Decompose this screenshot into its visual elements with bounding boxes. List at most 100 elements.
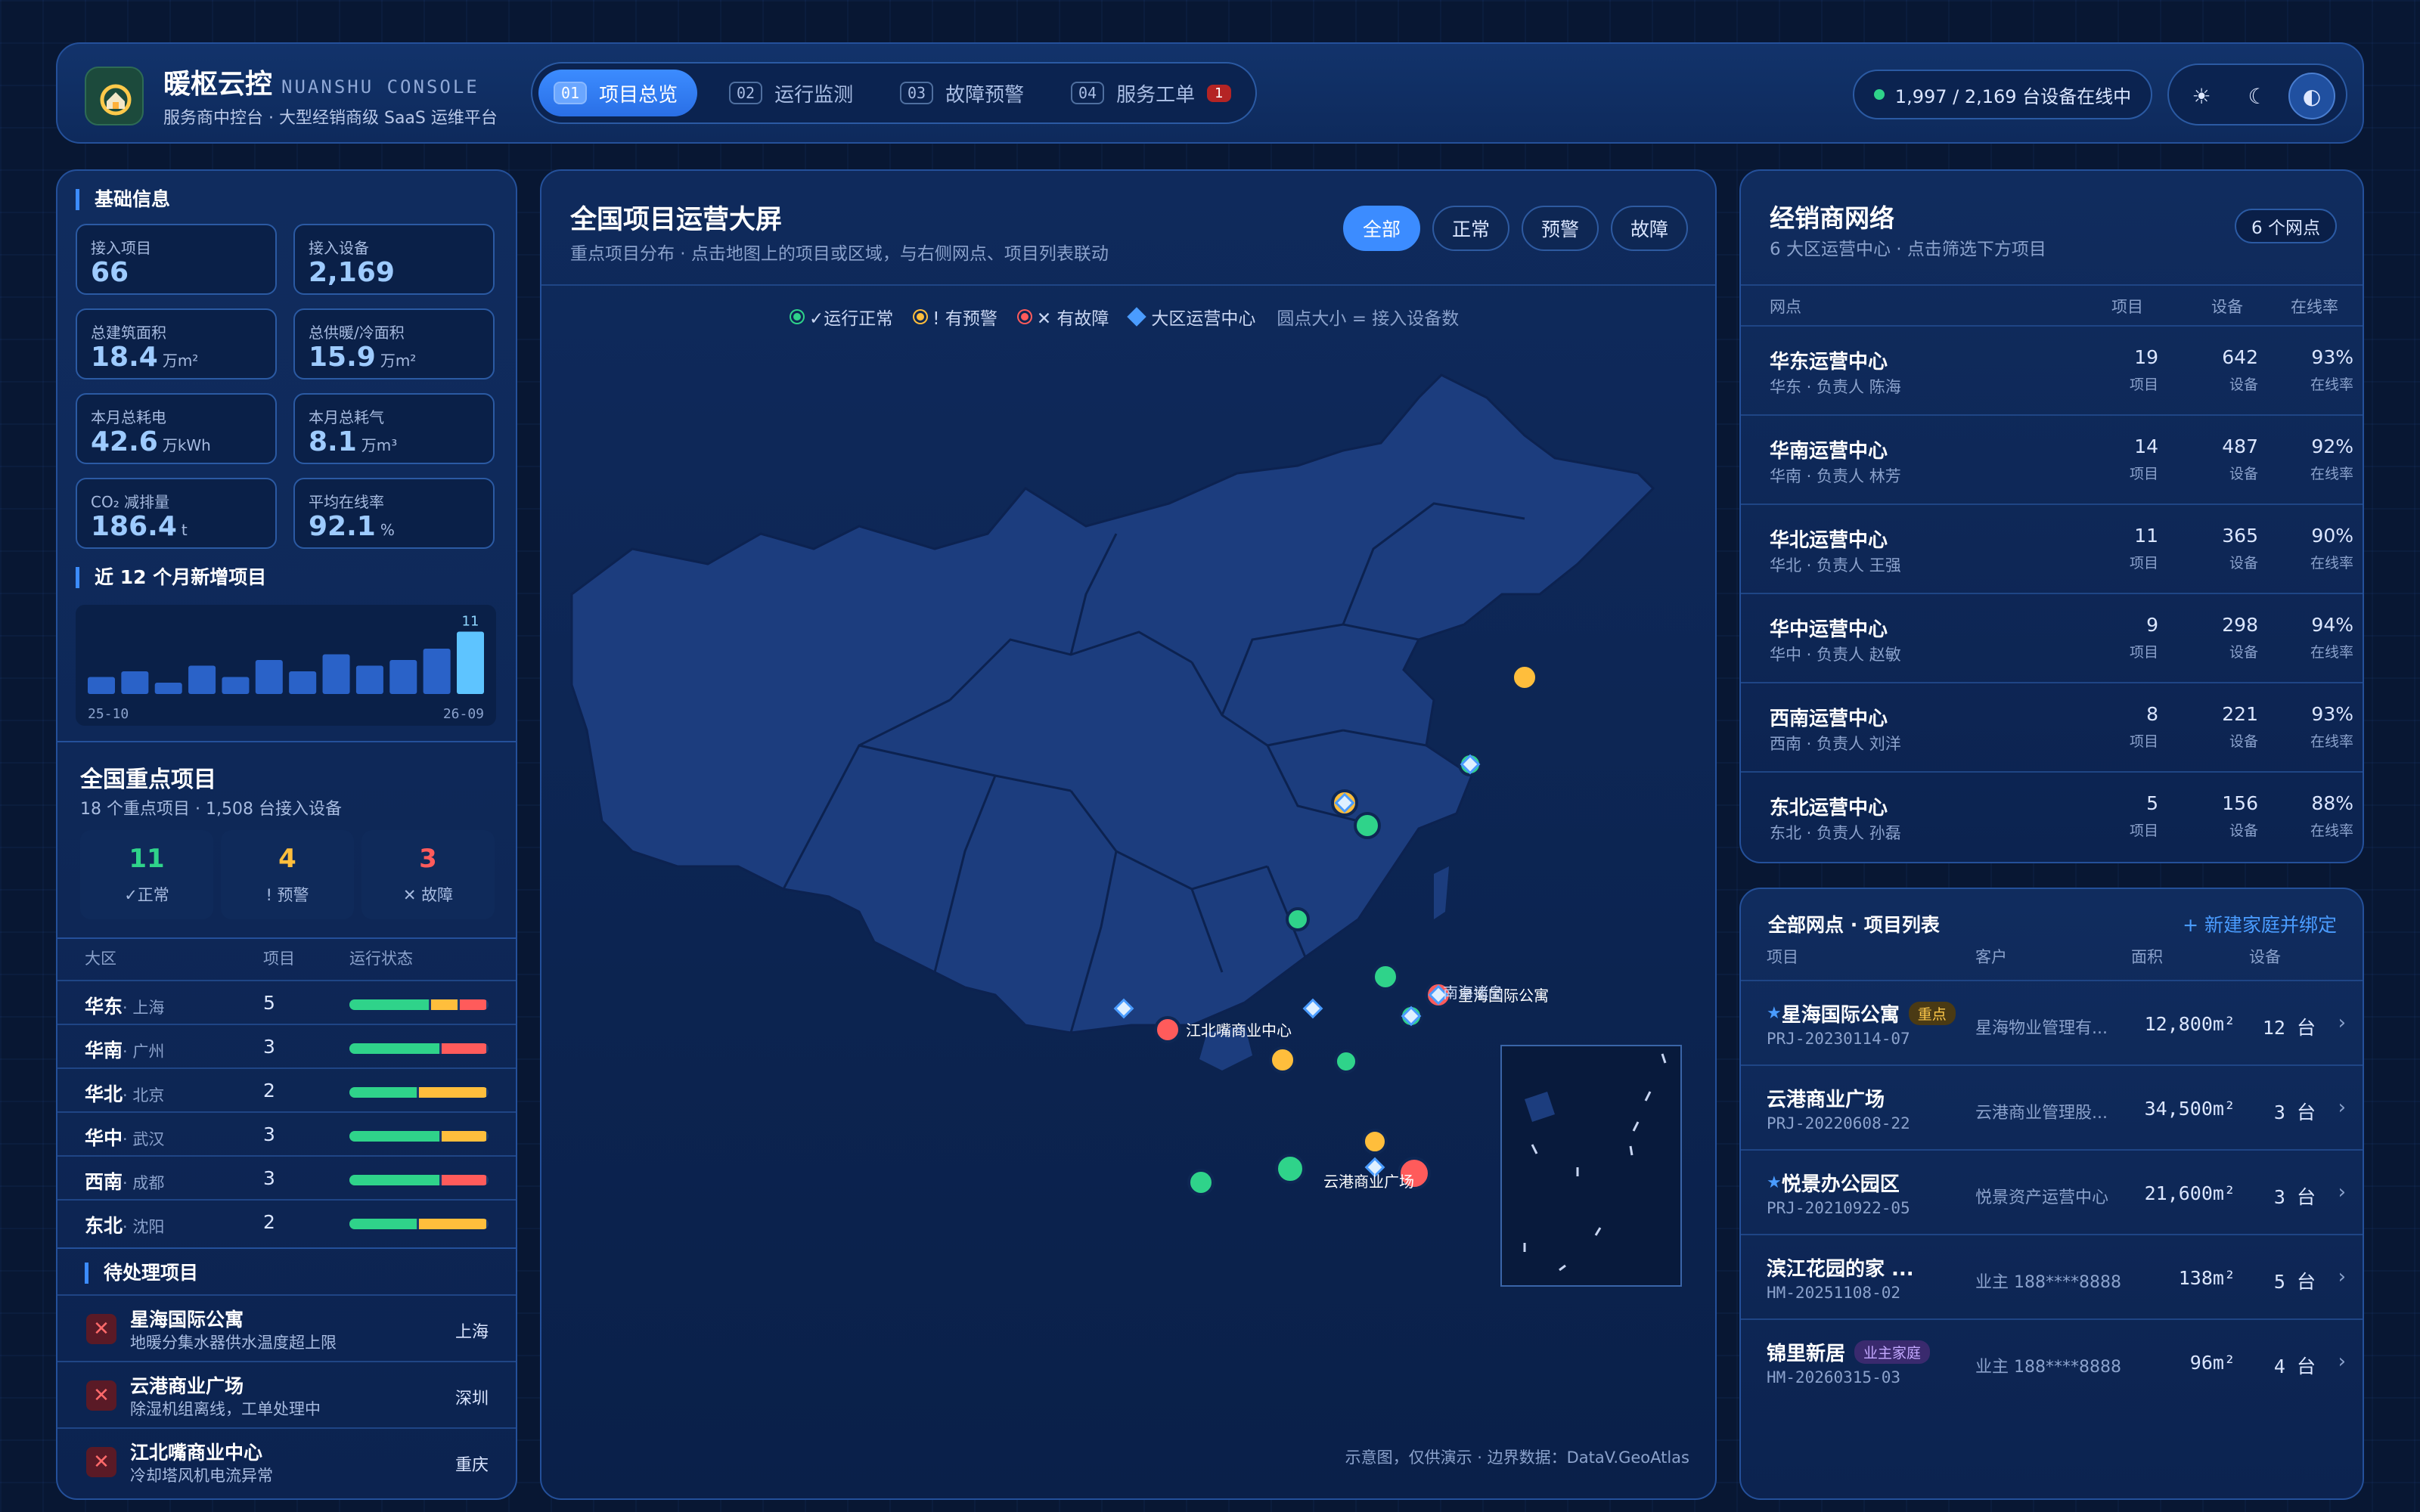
project-marker[interactable] [1269, 1046, 1296, 1074]
project-area: 96m² [2189, 1352, 2235, 1374]
project-list-panel: 全部网点 · 项目列表 + 新建家庭并绑定 项目 客户 面积 设备 ★ 星海国际公… [1739, 888, 2364, 1500]
pending-item[interactable]: ✕ 江北嘴商业中心 冷却塔风机电流异常 重庆 [57, 1427, 516, 1494]
x-start-label: 25-10 [88, 706, 129, 722]
distributor-row[interactable]: 华南运营中心 华南 · 负责人 林芳 14 项目 487 设备 92% 在线率 [1741, 414, 2363, 503]
map-project-label[interactable]: 江北嘴商业中心 [1186, 1021, 1292, 1040]
distributor-unit: 在线率 [2310, 733, 2353, 750]
project-customer: 业主 188****8888 [1975, 1273, 2121, 1292]
tab-monitoring[interactable]: 02 运行监测 [714, 70, 873, 116]
chevron-right-icon[interactable]: › [2338, 1012, 2346, 1034]
tab-overview[interactable]: 01 项目总览 [538, 70, 698, 116]
chevron-right-icon[interactable]: › [2338, 1181, 2346, 1204]
region-name: 华北· 北京 [85, 1083, 165, 1105]
region-row[interactable]: 华南· 广州 3 [57, 1024, 516, 1067]
contrast-icon[interactable]: ◐ [2288, 73, 2335, 119]
sun-icon[interactable]: ☀ [2178, 73, 2225, 119]
project-marker[interactable] [1334, 1049, 1358, 1074]
south-sea-inset [1500, 1045, 1682, 1287]
monthly-bar [423, 649, 451, 694]
brand-title: 暖枢云控 NUANSHU CONSOLE [163, 69, 479, 100]
project-row[interactable]: 滨江花园的家 ... HM-20251108-02 业主 188****8888 13… [1741, 1234, 2363, 1318]
region-row[interactable]: 华东· 上海 5 [57, 980, 516, 1024]
region-header: 大区 [85, 950, 116, 968]
chevron-right-icon[interactable]: › [2338, 1350, 2346, 1373]
chevron-right-icon[interactable]: › [2338, 1266, 2346, 1288]
china-mainland-shape[interactable] [570, 373, 1655, 1034]
project-marker[interactable] [1275, 1154, 1305, 1184]
distributor-title: 经销商网络 [1770, 203, 1894, 233]
distributor-unit: 项目 [2129, 644, 2158, 661]
distributor-row[interactable]: 东北运营中心 东北 · 负责人 孙磊 5 项目 156 设备 88% 在线率 [1741, 771, 2363, 860]
project-customer: 云港商业管理股... [1975, 1104, 2108, 1123]
region-row[interactable]: 华北· 北京 2 [57, 1067, 516, 1111]
distributor-row[interactable]: 西南运营中心 西南 · 负责人 刘洋 8 项目 221 设备 93% 在线率 [1741, 682, 2363, 771]
distributor-unit: 设备 [2229, 823, 2258, 839]
add-home-button[interactable]: + 新建家庭并绑定 [2183, 910, 2337, 937]
distributor-row[interactable]: 华北运营中心 华北 · 负责人 王强 11 项目 365 设备 90% 在线率 [1741, 503, 2363, 593]
divider [1741, 284, 2363, 286]
project-id: HM-20251108-02 [1767, 1284, 1901, 1302]
pending-item[interactable]: ✕ 星海国际公寓 地暖分集水器供水温度超上限 上海 [57, 1294, 516, 1361]
distributor-name: 华南运营中心 [1770, 440, 1888, 463]
map-project-label[interactable]: 云港商业广场 [1323, 1173, 1414, 1191]
project-marker[interactable] [1187, 1169, 1215, 1196]
project-tag: 业主家庭 [1854, 1340, 1931, 1364]
count-normal[interactable]: 11 ✓正常 [80, 830, 213, 919]
status-mix-bar [349, 1175, 489, 1185]
region-row[interactable]: 西南· 成都 3 [57, 1155, 516, 1199]
distributor-rate: 90% [2311, 525, 2353, 547]
distributor-owner: 华中 · 负责人 赵敏 [1770, 646, 1901, 664]
fault-icon: ✕ [86, 1314, 116, 1344]
main-nav: 01 项目总览 02 运行监测 03 故障预警 04 服务工单 1 [531, 62, 1257, 124]
monthly-bar [389, 660, 417, 694]
stat-co2: CO₂ 减排量 186.4 t [76, 478, 277, 549]
count-warning[interactable]: 4! 预警 [221, 830, 354, 919]
region-center-marker[interactable] [1302, 998, 1323, 1019]
key-projects-subtitle: 18 个重点项目 · 1,508 台接入设备 [80, 800, 342, 819]
distributor-unit: 在线率 [2310, 466, 2353, 482]
project-marker[interactable] [1511, 664, 1538, 691]
region-name: 东北· 沈阳 [85, 1215, 165, 1237]
distributor-unit: 项目 [2129, 733, 2158, 750]
stat-gas: 本月总耗气 8.1 万m³ [293, 393, 495, 464]
project-marker[interactable] [1362, 1129, 1388, 1154]
distributor-unit: 设备 [2229, 466, 2258, 482]
distributor-row[interactable]: 华中运营中心 华中 · 负责人 赵敏 9 项目 298 设备 94% 在线率 [1741, 593, 2363, 682]
monthly-title: 近 12 个月新增项目 [76, 567, 266, 588]
project-marker[interactable] [1154, 1016, 1181, 1043]
distributor-owner: 华南 · 负责人 林芳 [1770, 467, 1901, 485]
project-row[interactable]: ★ 悦景办公园区 PRJ-20210922-05 悦景资产运营中心 21,600m² 3 … [1741, 1149, 2363, 1234]
col-devices: 设备 [2211, 298, 2243, 316]
project-row[interactable]: 云港商业广场 PRJ-20220608-22 云港商业管理股... 34,500m² 3… [1741, 1064, 2363, 1149]
taiwan-island [1434, 866, 1449, 919]
region-row[interactable]: 华中· 武汉 3 [57, 1111, 516, 1155]
project-marker[interactable] [1286, 907, 1310, 931]
distributor-row[interactable]: 华东运营中心 华东 · 负责人 陈海 19 项目 642 设备 93% 在线率 [1741, 325, 2363, 414]
distributor-name: 华北运营中心 [1770, 529, 1888, 552]
distributor-unit: 设备 [2229, 733, 2258, 750]
divider [57, 937, 516, 939]
tab-work-orders[interactable]: 04 服务工单 1 [1056, 70, 1251, 116]
distributor-devices: 365 [2222, 525, 2258, 547]
monthly-bar [154, 683, 182, 694]
chevron-right-icon[interactable]: › [2338, 1096, 2346, 1119]
divider [57, 1247, 516, 1249]
theme-switch: ☀ ☾ ◐ [2167, 64, 2347, 125]
project-marker[interactable] [1354, 812, 1381, 839]
status-mix-bar [349, 1219, 489, 1229]
project-marker[interactable] [1372, 963, 1399, 990]
stat-electricity: 本月总耗电 42.6 万kWh [76, 393, 277, 464]
region-row[interactable]: 东北· 沈阳 2 [57, 1199, 516, 1243]
col-rate: 在线率 [2291, 298, 2338, 316]
project-row[interactable]: 锦里新居 业主家庭 HM-20260315-03 业主 188****8888 96m²… [1741, 1318, 2363, 1403]
china-map[interactable]: 星海国际公寓江北嘴商业中心云港商业广场 南海诸岛 [541, 171, 1717, 1500]
tab-alerts[interactable]: 03 故障预警 [885, 70, 1044, 116]
pending-item[interactable]: ✕ 云港商业广场 除湿机组离线，工单处理中 深圳 [57, 1361, 516, 1427]
distributor-projects: 5 [2146, 792, 2158, 814]
monthly-chart-svg: 11 25-10 26-09 [88, 614, 484, 722]
count-fault[interactable]: 3 ✕ 故障 [361, 830, 495, 919]
stat-devices: 接入设备 2,169 [293, 224, 495, 295]
project-row[interactable]: ★ 星海国际公寓 重点 PRJ-20230114-07 星海物业管理有... 12,800… [1741, 980, 2363, 1064]
divider [57, 741, 516, 742]
moon-icon[interactable]: ☾ [2234, 73, 2281, 119]
